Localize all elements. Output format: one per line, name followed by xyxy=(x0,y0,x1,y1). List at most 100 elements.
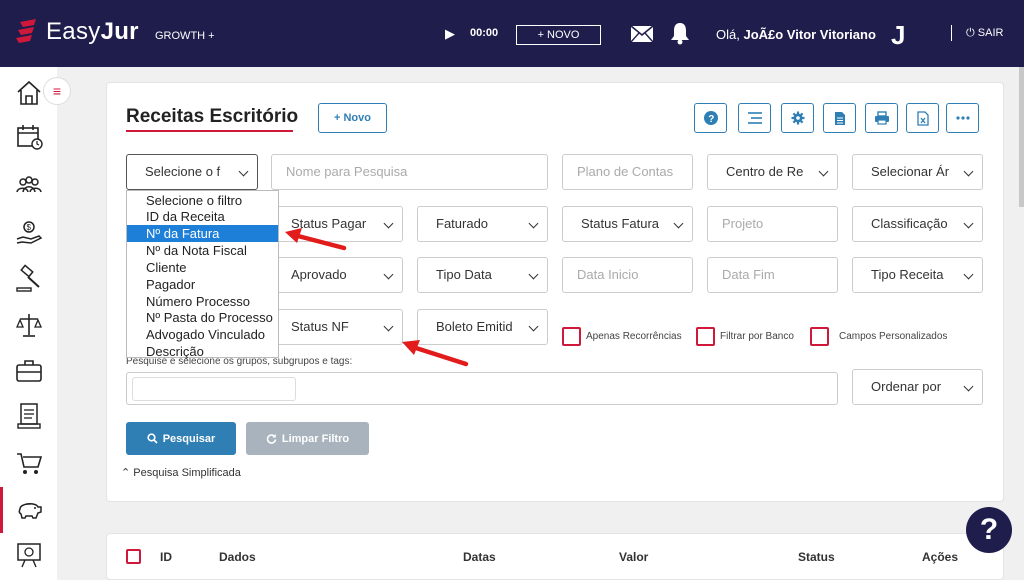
chevron-up-icon: ⌃ xyxy=(121,467,134,479)
search-name-input[interactable]: Nome para Pesquisa xyxy=(271,154,548,190)
home-icon[interactable] xyxy=(14,78,44,108)
logout-button[interactable]: ⏻ SAIR xyxy=(966,27,1003,40)
presentation-icon[interactable] xyxy=(14,540,44,570)
dropdown-option[interactable]: Advogado Vinculado xyxy=(127,326,278,343)
gavel-icon[interactable] xyxy=(14,264,44,294)
user-greeting: Olá, JoÃ£o Vitor Vitoriano xyxy=(716,27,876,42)
excel-button[interactable] xyxy=(906,103,939,133)
calendar-icon[interactable] xyxy=(14,122,44,152)
power-icon: ⏻ xyxy=(966,27,978,39)
print-button[interactable] xyxy=(865,103,898,133)
menu-toggle-button[interactable]: ≡ xyxy=(43,77,71,105)
logo[interactable]: EasyJur xyxy=(16,18,139,46)
align-lines-icon xyxy=(747,112,762,124)
centro-select[interactable]: Centro de Re xyxy=(707,154,838,190)
people-icon[interactable] xyxy=(14,170,44,200)
data-fim-input[interactable]: Data Fim xyxy=(707,257,838,293)
filter-type-dropdown: Selecione o filtro ID da Receita Nº da F… xyxy=(126,190,279,359)
cart-icon[interactable] xyxy=(14,448,44,478)
scrollbar[interactable] xyxy=(1019,67,1024,207)
title-underline xyxy=(126,130,293,132)
status-nf-select[interactable]: Status NF xyxy=(272,309,403,345)
play-icon[interactable]: ▶ xyxy=(445,26,455,42)
top-bar: EasyJur GROWTH + ▶ 00:00 + NOVO Olá, JoÃ… xyxy=(0,0,1024,67)
order-by-select[interactable]: Ordenar por xyxy=(852,369,983,405)
column-header-valor[interactable]: Valor xyxy=(619,550,648,564)
simplified-search-toggle[interactable]: ⌃ Pesquisa Simplificada xyxy=(121,466,241,479)
avatar[interactable]: J xyxy=(891,20,905,51)
area-select[interactable]: Selecionar Ár xyxy=(852,154,983,190)
new-revenue-button[interactable]: + Novo xyxy=(318,103,387,133)
column-header-acoes[interactable]: Ações xyxy=(922,550,958,564)
projeto-input[interactable]: Projeto xyxy=(707,206,838,242)
column-header-id[interactable]: ID xyxy=(160,550,172,564)
search-icon xyxy=(147,433,158,444)
checkbox-box[interactable] xyxy=(562,327,581,346)
refresh-icon xyxy=(266,434,277,444)
dropdown-option[interactable]: Número Processo xyxy=(127,293,278,310)
annotation-arrow-icon xyxy=(402,340,469,367)
dropdown-option[interactable]: Nº Pasta do Processo xyxy=(127,309,278,326)
page-title: Receitas Escritório xyxy=(126,106,299,127)
dropdown-option[interactable]: Pagador xyxy=(127,276,278,293)
clear-filter-button[interactable]: Limpar Filtro xyxy=(246,422,369,455)
tipo-receita-select[interactable]: Tipo Receita xyxy=(852,257,983,293)
dropdown-option[interactable]: Descrição xyxy=(127,343,278,359)
column-header-datas[interactable]: Datas xyxy=(463,550,496,564)
column-header-status[interactable]: Status xyxy=(798,550,835,564)
classificacao-select[interactable]: Classificação xyxy=(852,206,983,242)
active-indicator xyxy=(0,487,3,533)
question-icon: ? xyxy=(703,111,718,125)
scales-icon[interactable] xyxy=(14,310,44,340)
svg-text:?: ? xyxy=(708,114,714,125)
user-name: JoÃ£o Vitor Vitoriano xyxy=(743,27,876,42)
help-chat-button[interactable]: ? xyxy=(966,507,1012,553)
dropdown-option[interactable]: Nº da Nota Fiscal xyxy=(127,242,278,259)
bell-icon[interactable] xyxy=(669,21,691,45)
help-button[interactable]: ? xyxy=(694,103,727,133)
filter-type-select[interactable]: Selecione o f xyxy=(126,154,258,190)
faturado-select[interactable]: Faturado xyxy=(417,206,548,242)
logo-mark-icon xyxy=(16,19,36,43)
status-fatura-select[interactable]: Status Fatura xyxy=(562,206,693,242)
printer-icon xyxy=(874,111,889,125)
briefcase-icon[interactable] xyxy=(14,356,44,386)
svg-text:$: $ xyxy=(27,223,32,232)
dropdown-option[interactable]: Selecione o filtro xyxy=(127,192,278,209)
aprovado-select[interactable]: Aprovado xyxy=(272,257,403,293)
divider xyxy=(951,25,952,41)
custom-fields-checkbox[interactable]: Campos Personalizados xyxy=(810,327,947,346)
annotation-arrow-icon xyxy=(285,228,347,251)
report-button[interactable] xyxy=(823,103,856,133)
ellipsis-icon xyxy=(955,116,970,120)
more-options-button[interactable] xyxy=(946,103,979,133)
new-top-button[interactable]: + NOVO xyxy=(516,25,601,45)
checkbox-box[interactable] xyxy=(810,327,829,346)
search-button[interactable]: Pesquisar xyxy=(126,422,236,455)
sidebar: $ xyxy=(0,67,57,580)
gear-icon xyxy=(791,111,804,125)
checkbox-box[interactable] xyxy=(696,327,715,346)
excel-file-icon xyxy=(916,110,929,126)
dropdown-option-highlighted[interactable]: Nº da Fatura xyxy=(127,225,278,242)
tipo-data-select[interactable]: Tipo Data xyxy=(417,257,548,293)
dropdown-option[interactable]: Cliente xyxy=(127,259,278,276)
document-icon[interactable] xyxy=(14,401,44,431)
filter-by-bank-checkbox[interactable]: Filtrar por Banco xyxy=(696,327,794,346)
dropdown-option[interactable]: ID da Receita xyxy=(127,208,278,225)
piggy-bank-icon[interactable] xyxy=(14,495,44,525)
logo-text: EasyJur xyxy=(46,18,139,45)
plan-label: GROWTH + xyxy=(155,30,215,42)
column-header-dados[interactable]: Dados xyxy=(219,550,256,564)
select-all-checkbox[interactable] xyxy=(126,549,141,564)
data-inicio-input[interactable]: Data Inicio xyxy=(562,257,693,293)
file-text-icon xyxy=(834,111,845,125)
money-hand-icon[interactable]: $ xyxy=(14,217,44,247)
timer-display: 00:00 xyxy=(470,27,499,39)
recurring-only-checkbox[interactable]: Apenas Recorrências xyxy=(562,327,682,346)
tags-search-input[interactable] xyxy=(132,377,296,401)
align-button[interactable] xyxy=(738,103,771,133)
plano-contas-input[interactable]: Plano de Contas xyxy=(562,154,693,190)
settings-button[interactable] xyxy=(781,103,814,133)
mail-icon[interactable] xyxy=(630,25,654,43)
